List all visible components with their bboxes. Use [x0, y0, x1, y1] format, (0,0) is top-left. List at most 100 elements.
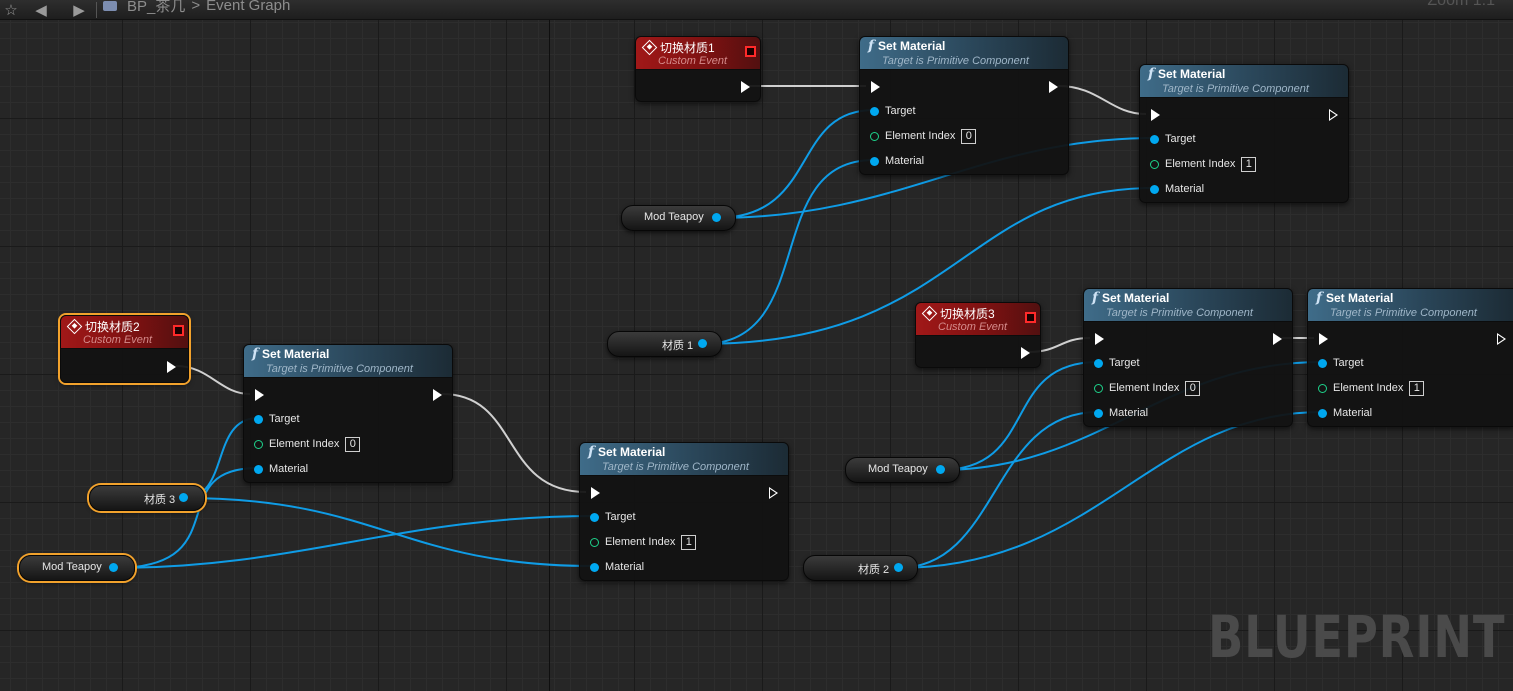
exec-out-pin[interactable]	[1497, 333, 1506, 345]
node-header[interactable]: 切换材质2 Custom Event	[61, 316, 188, 349]
exec-out-pin[interactable]	[433, 389, 442, 401]
element-index-pin[interactable]: Element Index 1	[1318, 380, 1425, 396]
object-pin-icon[interactable]	[1150, 134, 1159, 144]
object-pin-icon[interactable]	[1094, 408, 1103, 418]
material-pin[interactable]: Material	[590, 559, 644, 575]
element-index-input[interactable]: 0	[1185, 380, 1201, 396]
element-index-pin[interactable]: Element Index 0	[870, 128, 977, 144]
object-pin-icon[interactable]	[894, 563, 903, 572]
target-pin[interactable]: Target	[1094, 355, 1140, 371]
material-pin[interactable]: Material	[254, 461, 308, 477]
exec-out-pin[interactable]	[769, 487, 778, 499]
integer-pin-icon[interactable]	[1094, 383, 1103, 393]
custom-event-node-1[interactable]: 切换材质1 Custom Event	[635, 36, 761, 102]
object-pin-icon[interactable]	[109, 563, 118, 572]
object-pin-icon[interactable]	[870, 156, 879, 166]
set-material-node-1[interactable]: f Set Material Target is Primitive Compo…	[859, 36, 1069, 175]
exec-in-pin[interactable]	[1319, 333, 1328, 345]
exec-out-pin[interactable]	[1021, 347, 1030, 359]
target-pin[interactable]: Target	[1150, 131, 1196, 147]
toolbar-separator	[96, 1, 97, 18]
set-material-node-5[interactable]: f Set Material Target is Primitive Compo…	[1083, 288, 1293, 427]
integer-pin-icon[interactable]	[254, 439, 263, 449]
node-header[interactable]: f Set Material Target is Primitive Compo…	[1140, 65, 1348, 98]
object-pin-icon[interactable]	[1318, 358, 1327, 368]
variable-node-mod-teapoy[interactable]: Mod Teapoy	[621, 205, 736, 231]
exec-in-pin[interactable]	[591, 487, 600, 499]
node-header[interactable]: f Set Material Target is Primitive Compo…	[244, 345, 452, 378]
integer-pin-icon[interactable]	[1318, 383, 1327, 393]
material-pin[interactable]: Material	[870, 153, 924, 169]
pin-label: Material	[1165, 183, 1205, 195]
node-header[interactable]: f Set Material Target is Primitive Compo…	[1084, 289, 1292, 322]
object-pin-icon[interactable]	[1150, 184, 1159, 194]
node-header[interactable]: f Set Material Target is Primitive Compo…	[1308, 289, 1513, 322]
integer-pin-icon[interactable]	[1150, 159, 1159, 169]
object-pin-icon[interactable]	[254, 414, 263, 424]
object-pin-icon[interactable]	[590, 512, 599, 522]
pin-label: Target	[1165, 133, 1196, 145]
node-header[interactable]: 切换材质1 Custom Event	[636, 37, 760, 70]
object-pin-icon[interactable]	[179, 493, 188, 502]
set-material-node-2[interactable]: f Set Material Target is Primitive Compo…	[1139, 64, 1349, 203]
object-pin-icon[interactable]	[712, 213, 721, 222]
target-pin[interactable]: Target	[254, 411, 300, 427]
element-index-pin[interactable]: Element Index 1	[1150, 156, 1257, 172]
exec-in-pin[interactable]	[1095, 333, 1104, 345]
set-material-node-6[interactable]: f Set Material Target is Primitive Compo…	[1307, 288, 1513, 427]
exec-in-pin[interactable]	[1151, 109, 1160, 121]
delegate-pin[interactable]	[173, 325, 184, 336]
node-header[interactable]: 切换材质3 Custom Event	[916, 303, 1040, 336]
delegate-pin[interactable]	[1025, 312, 1036, 323]
element-index-input[interactable]: 1	[1241, 156, 1257, 172]
target-pin[interactable]: Target	[1318, 355, 1364, 371]
variable-node-material-2[interactable]: 材质 2	[803, 555, 918, 581]
exec-in-pin[interactable]	[871, 81, 880, 93]
integer-pin-icon[interactable]	[590, 537, 599, 547]
exec-out-pin[interactable]	[1049, 81, 1058, 93]
object-pin-icon[interactable]	[590, 562, 599, 572]
element-index-input[interactable]: 0	[961, 128, 977, 144]
set-material-node-3[interactable]: f Set Material Target is Primitive Compo…	[243, 344, 453, 483]
object-pin-icon[interactable]	[1094, 358, 1103, 368]
custom-event-node-3[interactable]: 切换材质3 Custom Event	[915, 302, 1041, 368]
back-arrow-icon[interactable]: ◀	[30, 0, 52, 19]
set-material-node-4[interactable]: f Set Material Target is Primitive Compo…	[579, 442, 789, 581]
object-pin-icon[interactable]	[254, 464, 263, 474]
exec-out-pin[interactable]	[167, 361, 176, 373]
variable-node-mod-teapoy[interactable]: Mod Teapoy	[845, 457, 960, 483]
object-pin-icon[interactable]	[698, 339, 707, 348]
favorite-star-icon[interactable]: ☆	[0, 0, 22, 19]
element-index-input[interactable]: 0	[345, 436, 361, 452]
object-pin-icon[interactable]	[1318, 408, 1327, 418]
variable-node-mod-teapoy[interactable]: Mod Teapoy	[19, 555, 135, 581]
breadcrumb-blueprint[interactable]: BP_茶几	[127, 0, 185, 16]
node-title: Set Material	[1326, 291, 1394, 305]
object-pin-icon[interactable]	[870, 106, 879, 116]
node-header[interactable]: f Set Material Target is Primitive Compo…	[580, 443, 788, 476]
material-pin[interactable]: Material	[1318, 405, 1372, 421]
element-index-pin[interactable]: Element Index 0	[254, 436, 361, 452]
object-pin-icon[interactable]	[936, 465, 945, 474]
material-pin[interactable]: Material	[1150, 181, 1204, 197]
node-header[interactable]: f Set Material Target is Primitive Compo…	[860, 37, 1068, 70]
variable-node-material-3[interactable]: 材质 3	[89, 485, 205, 511]
material-pin[interactable]: Material	[1094, 405, 1148, 421]
element-index-pin[interactable]: Element Index 0	[1094, 380, 1201, 396]
integer-pin-icon[interactable]	[870, 131, 879, 141]
exec-in-pin[interactable]	[255, 389, 264, 401]
custom-event-node-2[interactable]: 切换材质2 Custom Event	[60, 315, 189, 383]
breadcrumb-graph[interactable]: Event Graph	[206, 0, 290, 14]
variable-node-material-1[interactable]: 材质 1	[607, 331, 722, 357]
forward-arrow-icon[interactable]: ▶	[68, 0, 90, 19]
target-pin[interactable]: Target	[870, 103, 916, 119]
exec-out-pin[interactable]	[741, 81, 750, 93]
target-pin[interactable]: Target	[590, 509, 636, 525]
element-index-input[interactable]: 1	[1409, 380, 1425, 396]
variable-label: Mod Teapoy	[644, 211, 704, 223]
exec-out-pin[interactable]	[1329, 109, 1338, 121]
exec-out-pin[interactable]	[1273, 333, 1282, 345]
element-index-pin[interactable]: Element Index 1	[590, 534, 697, 550]
element-index-input[interactable]: 1	[681, 534, 697, 550]
delegate-pin[interactable]	[745, 46, 756, 57]
